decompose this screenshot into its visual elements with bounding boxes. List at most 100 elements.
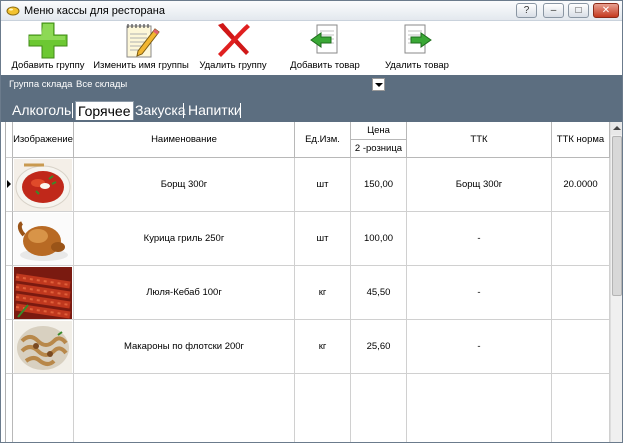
header-row-selector [6,122,13,158]
chevron-down-icon[interactable] [372,78,385,91]
table-cell-price[interactable]: 45,50 [351,266,407,320]
add-item-button[interactable]: Добавить товар [289,21,361,73]
column-header-price-retail[interactable]: 2 -розница [351,140,407,158]
table-row-image[interactable] [13,212,74,266]
borscht-photo [14,159,72,211]
vertical-scrollbar[interactable] [610,122,622,442]
grilled-chicken-photo [14,213,72,265]
menu-items-table: Изображение Наименование Ед.Изм. Цена 2 … [5,122,622,442]
column-header-name[interactable]: Наименование [74,122,295,158]
table-cell-ttk-norm[interactable] [552,320,610,374]
column-header-ttk-norm-label: ТТК норма [556,134,605,145]
table-cell-ttk[interactable]: - [407,212,552,266]
table-cell-name[interactable]: Люля-Кебаб 100г [74,266,295,320]
column-header-unit-label: Ед.Изм. [305,134,340,145]
tab-separator [240,103,241,118]
delete-item-label: Удалить товар [385,60,449,71]
tab-alcohol[interactable]: Алкоголь [10,101,73,120]
row-selector[interactable] [6,266,13,320]
tab-snacks[interactable]: Закуска [133,101,188,120]
scroll-up-icon[interactable] [611,122,622,135]
item-price: 100,00 [363,233,394,244]
rename-group-button[interactable]: Изменить имя группы [93,21,189,73]
minimize-button[interactable]: – [543,3,564,18]
table-cell-unit[interactable]: шт [295,212,351,266]
warehouse-group-select[interactable]: Все склады [76,79,127,90]
item-unit: кг [318,287,327,298]
document-arrow-right-icon [404,24,432,54]
item-ttk: Борщ 300г [455,179,503,190]
table-cell-unit[interactable]: кг [295,320,351,374]
item-name: Курица гриль 250г [143,233,225,244]
column-header-ttk-norm[interactable]: ТТК норма [552,122,610,158]
table-cell-ttk[interactable]: - [407,266,552,320]
column-header-unit[interactable]: Ед.Изм. [295,122,351,158]
column-header-image-label: Изображение [13,134,73,145]
table-row-image[interactable] [13,158,74,212]
scroll-thumb[interactable] [612,136,622,296]
tab-drinks[interactable]: Напитки [186,101,244,120]
window-title: Меню кассы для ресторана [24,5,165,17]
table-row-image[interactable] [13,320,74,374]
item-ttk-norm [552,212,609,265]
delete-group-button[interactable]: Удалить группу [197,21,269,73]
table-cell-price[interactable]: 150,00 [351,158,407,212]
warehouse-filter-bar: Группа склада Все склады [1,75,622,95]
table-cell-name[interactable]: Курица гриль 250г [74,212,295,266]
tab-hot[interactable]: Горячее [75,101,134,120]
app-window: Меню кассы для ресторана ? – □ ✕ Добавит… [0,0,623,443]
row-selector[interactable] [6,212,13,266]
close-button[interactable]: ✕ [593,3,619,18]
column-header-price[interactable]: Цена [351,122,407,140]
item-price: 25,60 [366,341,391,352]
item-unit: шт [316,179,329,190]
item-price: 45,50 [366,287,391,298]
column-header-image[interactable]: Изображение [13,122,74,158]
table-cell-ttk-norm[interactable] [552,212,610,266]
category-tabs: Алкоголь Горячее Закуска Напитки [1,95,622,122]
table-cell-ttk-norm[interactable]: 20.0000 [552,158,610,212]
delete-group-label: Удалить группу [199,60,267,71]
item-unit: кг [318,341,327,352]
table-cell-ttk[interactable]: Борщ 300г [407,158,552,212]
column-header-ttk[interactable]: ТТК [407,122,552,158]
item-name: Борщ 300г [160,179,208,190]
table-cell-price[interactable]: 100,00 [351,212,407,266]
row-selector[interactable] [6,320,13,374]
column-header-ttk-label: ТТК [470,134,488,145]
tab-separator [183,103,184,118]
empty-cell [13,374,74,442]
document-arrow-left-icon [310,24,338,54]
add-group-button[interactable]: Добавить группу [9,21,87,73]
column-header-price-label: Цена [367,125,390,136]
table-cell-unit[interactable]: шт [295,158,351,212]
row-selector[interactable] [6,158,13,212]
help-button[interactable]: ? [516,3,537,18]
delete-item-button[interactable]: Удалить товар [381,21,453,73]
item-ttk: - [477,341,481,352]
notepad-pencil-icon [126,24,160,58]
table-cell-unit[interactable]: кг [295,266,351,320]
app-icon [6,6,20,16]
table-cell-name[interactable]: Борщ 300г [74,158,295,212]
item-unit: шт [316,233,329,244]
lula-kebab-photo [14,267,72,319]
plus-icon [28,22,68,59]
empty-cell [407,374,552,442]
item-ttk-norm: 20.0000 [563,179,598,190]
current-row-pointer-icon [7,180,11,188]
tab-separator [72,103,73,118]
empty-row-selector [6,374,13,442]
table-row-image[interactable] [13,266,74,320]
table-cell-ttk[interactable]: - [407,320,552,374]
table-cell-ttk-norm[interactable] [552,266,610,320]
title-bar: Меню кассы для ресторана ? – □ ✕ [1,1,622,21]
maximize-button[interactable]: □ [568,3,589,18]
add-group-label: Добавить группу [11,60,85,71]
table-cell-name[interactable]: Макароны по флотски 200г [74,320,295,374]
table-cell-price[interactable]: 25,60 [351,320,407,374]
column-header-name-label: Наименование [151,134,217,145]
item-ttk: - [477,233,481,244]
item-name: Макароны по флотски 200г [123,341,245,352]
item-price: 150,00 [363,179,394,190]
